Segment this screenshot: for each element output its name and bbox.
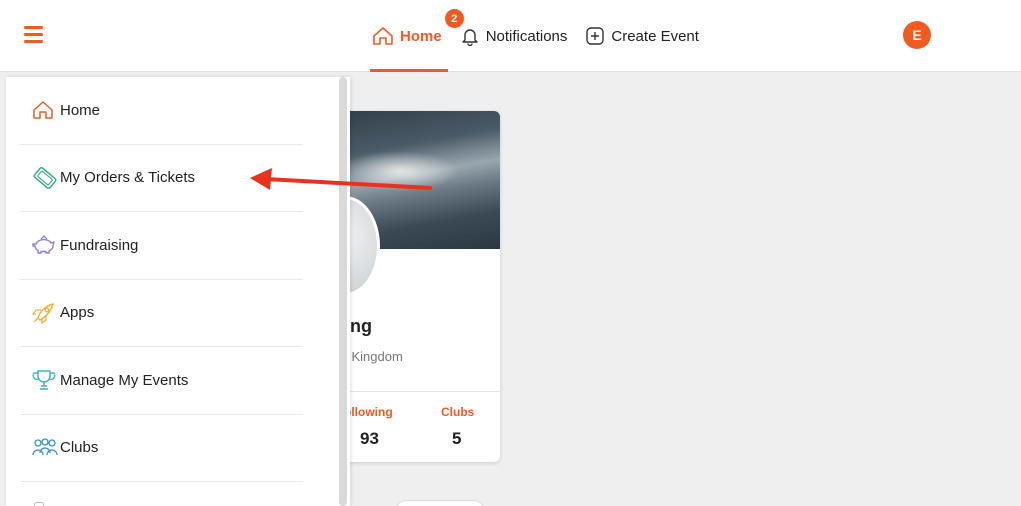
piggy-bank-icon: [32, 235, 55, 254]
sidebar-item-orders-tickets[interactable]: My Orders & Tickets: [20, 145, 303, 212]
clubs-count: 5: [452, 429, 462, 448]
notification-badge: 2: [444, 9, 464, 28]
home-icon: [33, 101, 53, 119]
side-menu-list: Home My Orders & Tickets Fundraising App…: [20, 77, 303, 482]
sidebar-item-label: Apps: [60, 304, 95, 322]
partial-menu-icon: [34, 502, 44, 506]
nav-home-label: Home: [400, 27, 442, 45]
side-menu: Home My Orders & Tickets Fundraising App…: [6, 77, 350, 506]
nav-create-event[interactable]: Create Event: [585, 0, 699, 72]
sidebar-item-fundraising[interactable]: Fundraising: [20, 212, 303, 280]
users-icon: [32, 438, 58, 455]
profile-location: l Kingdom: [345, 349, 403, 364]
trophy-icon: [32, 370, 56, 390]
side-menu-scrollbar[interactable]: [339, 77, 347, 506]
following-label[interactable]: ollowing: [344, 405, 393, 419]
user-avatar[interactable]: E: [903, 21, 931, 49]
bell-icon: [461, 29, 478, 46]
sidebar-item-label: Clubs: [60, 439, 99, 457]
sidebar-item-clubs[interactable]: Clubs: [20, 415, 303, 482]
nav-home[interactable]: Home: [370, 0, 448, 72]
clubs-label[interactable]: Clubs: [441, 405, 474, 419]
sidebar-item-label: Manage My Events: [60, 371, 189, 389]
sidebar-item-home[interactable]: Home: [20, 77, 303, 145]
home-icon: [373, 27, 393, 45]
sidebar-item-label: My Orders & Tickets: [60, 169, 196, 187]
main-nav: Home 2 Notifications Create Event: [370, 0, 717, 72]
nav-notifications-label: Notifications: [485, 27, 568, 45]
top-navbar: Home 2 Notifications Create Event E: [0, 0, 1021, 72]
bottom-pill: [395, 500, 485, 506]
sidebar-item-manage-events[interactable]: Manage My Events: [20, 347, 303, 415]
following-count: 93: [360, 429, 379, 448]
ticket-icon: [33, 166, 57, 189]
plus-square-icon: [586, 27, 605, 45]
hamburger-menu-icon[interactable]: [24, 26, 43, 43]
sidebar-item-label: Home: [60, 101, 101, 119]
rocket-icon: [32, 303, 54, 324]
nav-notifications[interactable]: 2 Notifications: [444, 0, 568, 72]
sidebar-item-label: Fundraising: [60, 236, 139, 254]
sidebar-item-apps[interactable]: Apps: [20, 280, 303, 347]
nav-create-event-label: Create Event: [611, 27, 699, 45]
